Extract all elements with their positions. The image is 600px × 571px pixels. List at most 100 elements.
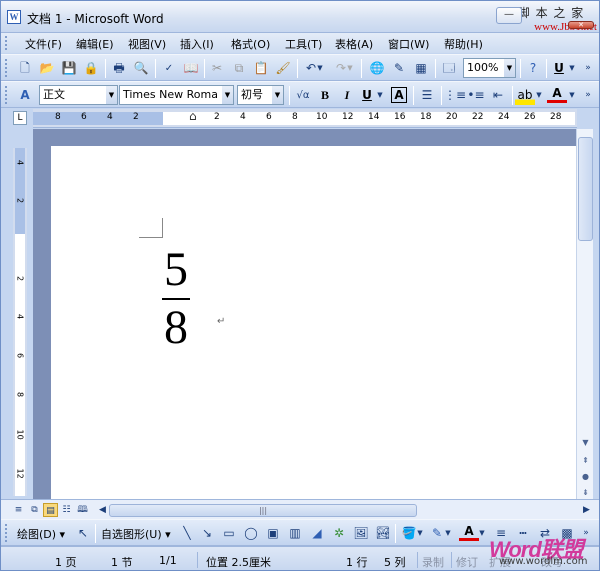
permission-icon[interactable]: 🔒 [81,59,101,78]
menu-file[interactable]: 文件(F) [25,36,62,52]
help-icon[interactable]: ? [523,59,543,78]
bold-button[interactable]: B [315,86,335,105]
char-border-button[interactable]: A [391,87,407,103]
style-box[interactable]: 正文 [39,85,107,105]
highlight-icon[interactable]: ab [515,86,535,105]
draw-font-color-dropdown-icon[interactable]: ▼ [477,524,487,543]
size-dropdown-icon[interactable]: ▼ [272,85,284,105]
oval-icon[interactable]: ◯ [241,524,261,543]
menu-tools[interactable]: 工具(T) [285,36,322,52]
redo-dropdown-icon[interactable]: ▼ [345,59,355,78]
diagram-icon[interactable]: ✲ [329,524,349,543]
zoom-dropdown-icon[interactable]: ▼ [504,58,516,78]
font-color-button[interactable]: A [547,86,567,103]
normal-view-icon[interactable]: ≡ [11,503,26,517]
open-icon[interactable]: 📂 [37,59,57,78]
vertical-scroll-thumb[interactable] [578,137,593,241]
font-color-dropdown-icon[interactable]: ▼ [567,86,577,105]
read-icon[interactable]: 🗔 [439,59,459,78]
underline-button[interactable]: U [357,86,377,105]
italic-button[interactable]: I [337,86,357,105]
underline-style-dropdown-icon[interactable]: ▼ [375,86,385,105]
draw-menu[interactable]: 绘图(D) ▾ [17,526,65,542]
tables-borders-icon[interactable]: ✎ [389,59,409,78]
vertical-text-box-icon[interactable]: ▥ [285,524,305,543]
styles-formatting-icon[interactable]: A [15,86,35,105]
toolbar-grip-3[interactable] [5,524,8,542]
menubar-grip[interactable] [5,36,8,50]
spelling-icon[interactable]: ✓ [159,59,179,78]
underline-dropdown-icon[interactable]: ▼ [567,59,577,78]
horizontal-ruler[interactable]: 8 6 4 2 ⌂ 2 4 6 8 10 12 14 16 18 20 22 2… [33,109,577,128]
line-color-dropdown-icon[interactable]: ▼ [443,524,453,543]
fill-color-dropdown-icon[interactable]: ▼ [415,524,425,543]
menu-edit[interactable]: 编辑(E) [76,36,114,52]
justify-icon[interactable]: ☰ [417,86,437,105]
text-box-icon[interactable]: ▣ [263,524,283,543]
tab-selector[interactable]: L [13,111,27,125]
select-objects-icon[interactable]: ↖ [73,524,93,543]
scroll-down-icon[interactable]: ▼ [578,435,593,450]
hyperlink-icon[interactable]: 🌐 [367,59,387,78]
wordart-icon[interactable]: ◢ [307,524,327,543]
scroll-right-icon[interactable]: ▶ [579,503,594,517]
status-trk[interactable]: 修订 [456,554,478,570]
close-button[interactable]: ✕ [568,21,594,29]
horizontal-scroll-thumb[interactable]: ||| [109,504,417,517]
new-icon[interactable]: 🗋 [15,59,35,78]
paste-icon[interactable]: 📋 [251,59,271,78]
print-icon[interactable]: 🖶 [109,59,129,78]
save-icon[interactable]: 💾 [59,59,79,78]
print-layout-icon[interactable]: ▤ [43,503,58,517]
outline-view-icon[interactable]: ☷ [59,503,74,517]
vertical-ruler[interactable]: 4 2 2 4 6 8 10 12 [13,148,27,496]
status-rec[interactable]: 录制 [422,554,444,570]
underline-icon[interactable]: U [549,59,569,78]
web-layout-icon[interactable]: ⧉ [27,503,42,517]
format-painter-icon[interactable]: 🖌 [273,59,293,78]
size-box[interactable]: 初号 [237,85,273,105]
picture-icon[interactable]: 🏞 [373,524,393,543]
scroll-left-icon[interactable]: ◀ [95,503,110,517]
minimize-button[interactable]: — [496,7,522,24]
menu-insert[interactable]: 插入(I) [180,36,214,52]
next-page-icon[interactable]: ⇟ [578,485,593,500]
undo-dropdown-icon[interactable]: ▼ [315,59,325,78]
copy-icon[interactable]: ⧉ [229,59,249,78]
toolbar-grip-2[interactable] [5,86,8,104]
menu-format[interactable]: 格式(O) [231,36,270,52]
line-icon[interactable]: ╲ [177,524,197,543]
menu-help[interactable]: 帮助(H) [444,36,483,52]
previous-page-icon[interactable]: ⇞ [578,453,593,468]
vertical-scrollbar[interactable]: ▼ ⇞ ● ⇟ [576,129,593,499]
menu-window[interactable]: 窗口(W) [388,36,429,52]
toolbar-options-icon[interactable]: » [581,59,595,78]
print-preview-icon[interactable]: 🔍 [131,59,151,78]
zoom-box[interactable]: 100% [463,58,505,78]
toolbar-options-icon-2[interactable]: » [581,86,595,105]
bullets-icon[interactable]: •≡ [466,86,486,105]
font-dropdown-icon[interactable]: ▼ [222,85,234,105]
arrow-icon[interactable]: ↘ [197,524,217,543]
draw-font-color-button[interactable]: A [459,524,479,541]
reading-layout-icon[interactable]: 🕮 [75,503,90,517]
menu-table[interactable]: 表格(A) [335,36,373,52]
numbering-icon[interactable]: ⋮≡ [444,86,466,105]
rectangle-icon[interactable]: ▭ [219,524,239,543]
toolbar-grip[interactable] [5,59,8,77]
research-icon[interactable]: 📖 [181,59,201,78]
cut-icon[interactable]: ✂ [207,59,227,78]
document-page[interactable]: 5 8 ↵ [51,146,576,499]
autoshapes-menu[interactable]: 自选图形(U) ▾ [101,526,171,542]
highlight-dropdown-icon[interactable]: ▼ [534,86,544,105]
insert-table-icon[interactable]: ▦ [411,59,431,78]
font-box[interactable]: Times New Roma [119,85,223,105]
select-browse-object-icon[interactable]: ● [578,469,593,484]
decrease-indent-icon[interactable]: ⇤ [488,86,508,105]
menu-view[interactable]: 视图(V) [128,36,166,52]
clip-art-icon[interactable]: 🖼 [351,524,371,543]
style-dropdown-icon[interactable]: ▼ [106,85,118,105]
indent-marker-icon[interactable]: ⌂ [189,109,197,123]
fraction-equation[interactable]: 5 8 [156,246,196,352]
equation-icon[interactable]: √α [293,86,313,105]
